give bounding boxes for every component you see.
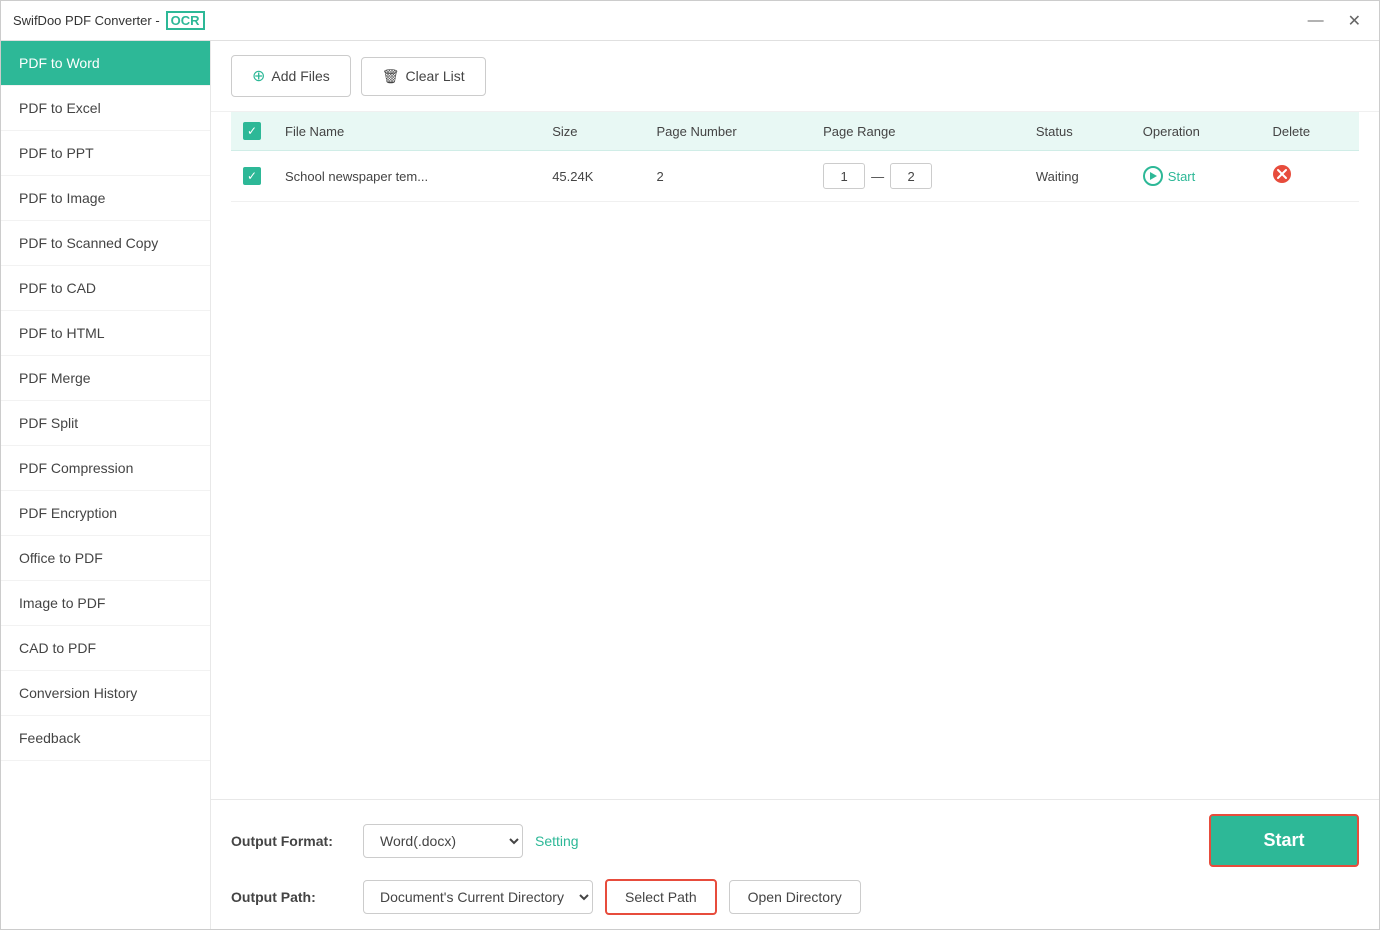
sidebar-item-pdf-split[interactable]: PDF Split [1,401,210,446]
app-window: SwifDoo PDF Converter - OCR — ✕ PDF to W… [0,0,1380,930]
setting-link[interactable]: Setting [535,833,579,849]
sidebar-item-pdf-to-excel[interactable]: PDF to Excel [1,86,210,131]
sidebar-item-cad-to-pdf[interactable]: CAD to PDF [1,626,210,671]
row-start-label: Start [1168,169,1195,184]
bottom-bar: Output Format: Word(.docx) Word(.doc) RT… [211,799,1379,929]
sidebar-item-feedback[interactable]: Feedback [1,716,210,761]
sidebar-item-pdf-to-cad[interactable]: PDF to CAD [1,266,210,311]
table-row: ✓ School newspaper tem... 45.24K 2 — Wai… [231,151,1359,202]
row-filename: School newspaper tem... [273,151,540,202]
col-page-number: Page Number [644,112,811,151]
row-size: 45.24K [540,151,644,202]
format-row: Output Format: Word(.docx) Word(.doc) RT… [231,814,1359,867]
ocr-badge: OCR [166,11,205,30]
sidebar: PDF to WordPDF to ExcelPDF to PPTPDF to … [1,41,211,929]
file-table: ✓ File Name Size Page Number Page Range … [231,112,1359,202]
sidebar-item-pdf-compression[interactable]: PDF Compression [1,446,210,491]
main-layout: PDF to WordPDF to ExcelPDF to PPTPDF to … [1,41,1379,929]
sidebar-item-image-to-pdf[interactable]: Image to PDF [1,581,210,626]
delete-icon [1272,164,1292,184]
row-check-cell: ✓ [231,151,273,202]
output-path-select[interactable]: Document's Current Directory Custom Path [363,880,593,914]
path-row: Output Path: Document's Current Director… [231,879,1359,915]
sidebar-item-office-to-pdf[interactable]: Office to PDF [1,536,210,581]
app-title: SwifDoo PDF Converter - [13,13,160,28]
row-page-range: — [811,151,1024,202]
sidebar-item-pdf-encryption[interactable]: PDF Encryption [1,491,210,536]
col-operation: Operation [1131,112,1261,151]
row-delete-cell [1260,151,1359,202]
col-status: Status [1024,112,1131,151]
col-filename: File Name [273,112,540,151]
sidebar-item-pdf-to-word[interactable]: PDF to Word [1,41,210,86]
toolbar: ⊕ Add Files 🗑 Clear List [211,41,1379,112]
add-icon: ⊕ [252,66,265,86]
sidebar-item-pdf-merge[interactable]: PDF Merge [1,356,210,401]
sidebar-item-conversion-history[interactable]: Conversion History [1,671,210,716]
content-area: ⊕ Add Files 🗑 Clear List ✓ [211,41,1379,929]
col-page-range: Page Range [811,112,1024,151]
row-page-number: 2 [644,151,811,202]
clear-list-button[interactable]: 🗑 Clear List [361,57,486,96]
sidebar-item-pdf-to-html[interactable]: PDF to HTML [1,311,210,356]
check-icon: ✓ [247,125,257,137]
trash-icon: 🗑 [382,68,400,85]
check-icon: ✓ [247,170,257,182]
page-from-input[interactable] [823,163,865,189]
file-table-body: ✓ School newspaper tem... 45.24K 2 — Wai… [231,151,1359,202]
row-checkbox-0[interactable]: ✓ [243,167,261,185]
row-delete-button[interactable] [1272,164,1292,188]
start-main-button[interactable]: Start [1209,814,1359,867]
output-format-select[interactable]: Word(.docx) Word(.doc) RTF TXT [363,824,523,858]
file-table-container: ✓ File Name Size Page Number Page Range … [211,112,1379,799]
select-path-button[interactable]: Select Path [605,879,717,915]
title-bar-controls: — ✕ [1302,9,1367,33]
row-status: Waiting [1024,151,1131,202]
col-delete: Delete [1260,112,1359,151]
clear-list-label: Clear List [406,68,465,84]
add-files-label: Add Files [271,68,329,84]
close-button[interactable]: ✕ [1342,9,1367,33]
col-check: ✓ [231,112,273,151]
select-all-checkbox[interactable]: ✓ [243,122,261,140]
title-bar-left: SwifDoo PDF Converter - OCR [13,11,205,30]
table-header-row: ✓ File Name Size Page Number Page Range … [231,112,1359,151]
sidebar-item-pdf-to-scanned[interactable]: PDF to Scanned Copy [1,221,210,266]
output-format-label: Output Format: [231,833,351,849]
sidebar-item-pdf-to-ppt[interactable]: PDF to PPT [1,131,210,176]
row-start-button[interactable]: Start [1143,166,1195,186]
col-size: Size [540,112,644,151]
play-icon [1143,166,1163,186]
page-range-dash: — [871,169,884,184]
add-files-button[interactable]: ⊕ Add Files [231,55,351,97]
output-path-label: Output Path: [231,889,351,905]
sidebar-item-pdf-to-image[interactable]: PDF to Image [1,176,210,221]
open-directory-button[interactable]: Open Directory [729,880,861,914]
row-operation: Start [1131,151,1261,202]
minimize-button[interactable]: — [1302,10,1330,32]
title-bar: SwifDoo PDF Converter - OCR — ✕ [1,1,1379,41]
page-to-input[interactable] [890,163,932,189]
